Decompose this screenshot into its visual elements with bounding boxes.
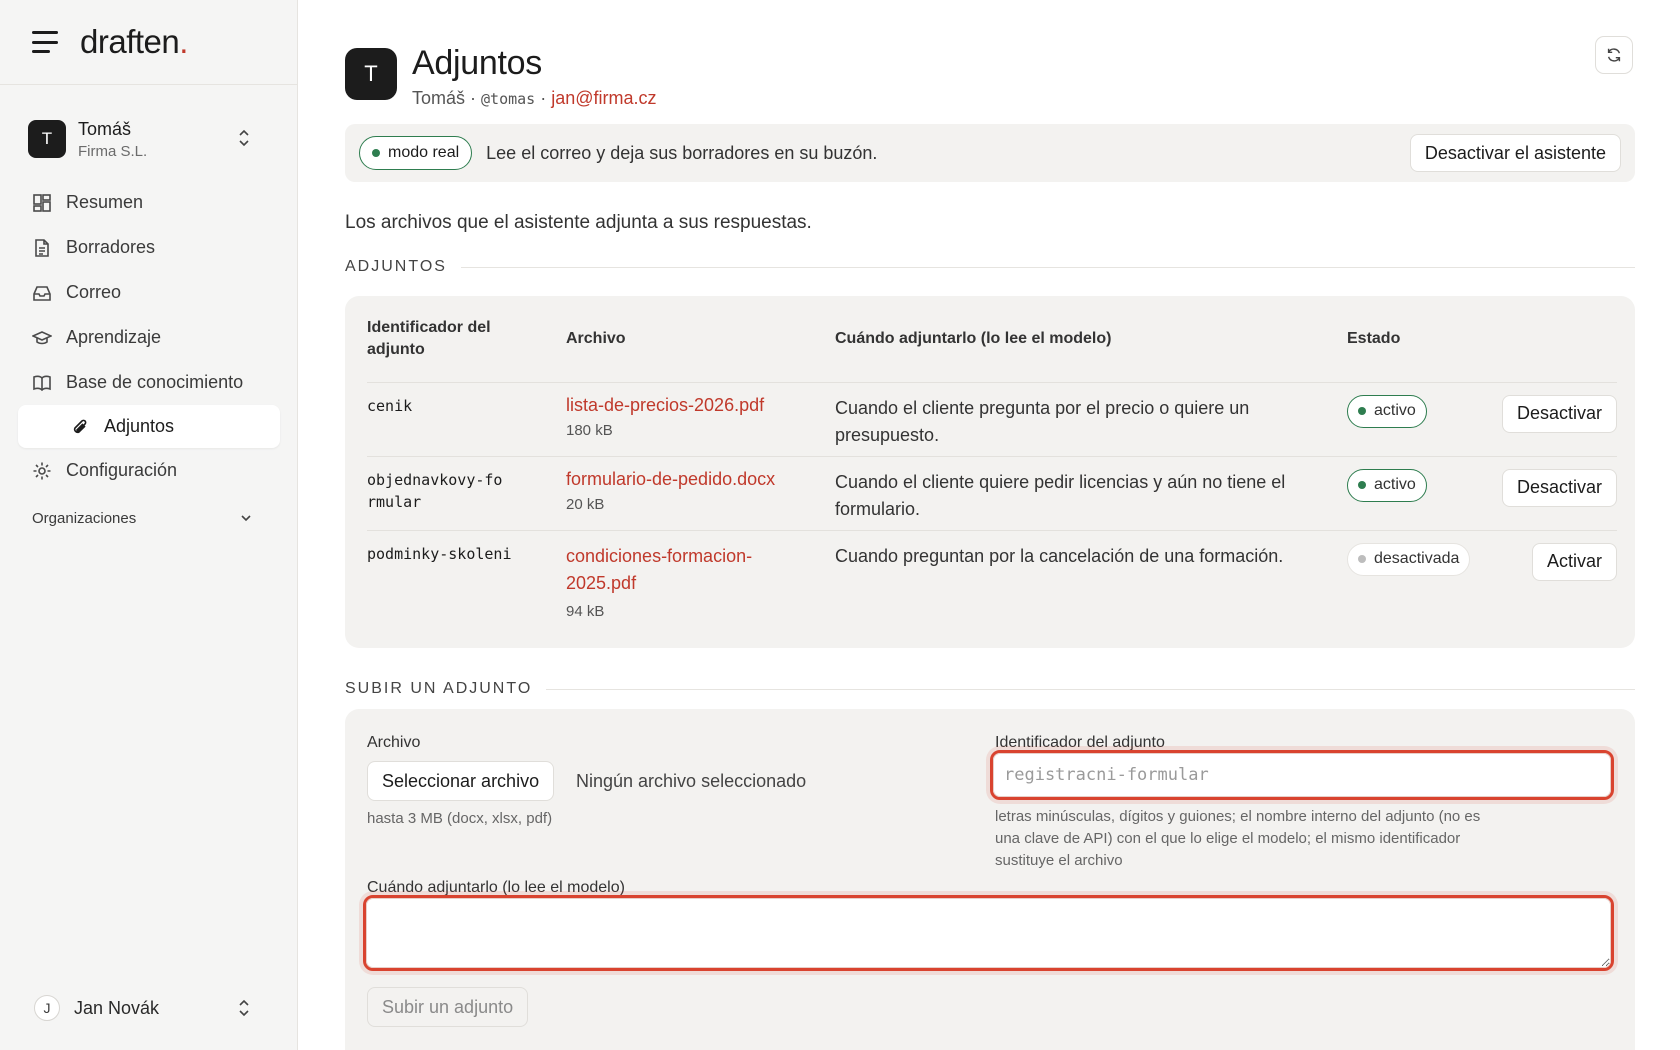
document-icon [35,238,49,257]
account-handle: @tomas [481,90,536,108]
mode-badge: modo real [359,136,473,170]
column-header: Identificador del adjunto [367,318,491,358]
table-row: cenik lista-de-precios-2026.pdf 180 kB Cu… [367,381,1617,456]
attachment-when: Cuando preguntan por la cancelación de u… [835,545,1284,566]
org-switcher[interactable]: T Tomáš Firma S.L. [18,106,280,172]
assistant-status-banner: modo real Lee el correo y deja sus borra… [345,124,1635,182]
menu-icon[interactable] [32,31,60,53]
when-textarea-focus-ring [363,895,1614,971]
file-label: Archivo [367,734,421,751]
file-help: hasta 3 MB (docx, xlsx, pdf) [367,810,553,827]
attachments-card: Identificador del adjunto Archivo Cuándo… [345,296,1635,648]
deactivate-assistant-button[interactable]: Desactivar el asistente [1409,134,1621,172]
sidebar-item-adjuntos[interactable]: Adjuntos [18,405,280,448]
attachment-when: Cuando el cliente quiere pedir licencias… [835,471,1286,519]
chevron-updown-icon [239,129,249,147]
status-badge: activo [1347,468,1427,502]
attachments-section-header: ADJUNTOS [345,258,1635,276]
sidebar-item-label: Aprendizaje [66,327,162,347]
user-name: Jan Novák [74,997,160,1018]
graduation-cap-icon [32,330,52,344]
book-icon [33,375,51,391]
when-textarea[interactable] [366,898,1611,968]
column-header: Cuándo adjuntarlo (lo lee el modelo) [835,329,1112,347]
column-header: Archivo [566,329,626,347]
deactivate-button[interactable]: Desactivar [1501,468,1617,507]
inbox-icon [33,285,51,301]
sidebar-item-label: Adjuntos [104,416,175,436]
sidebar-item-base-de-conocimiento[interactable]: Base de conocimiento [18,360,280,405]
banner-text: Lee el correo y deja sus borradores en s… [486,142,878,163]
status-dot-icon [1358,555,1366,563]
org-company: Firma S.L. [78,142,148,160]
page-header: T Adjuntos Tomáš · @tomas · jan@firma.cz [345,44,657,109]
no-file-text: Ningún archivo seleccionado [576,771,807,791]
attachment-id-input[interactable] [993,753,1611,797]
status-badge: desactivada [1347,542,1471,576]
id-help: letras minúsculas, dígitos y guiones; el… [995,808,1481,869]
attachment-id: podminky-skoleni [367,544,512,563]
status-dot-icon [1358,481,1366,489]
upload-section-header: SUBIR UN ADJUNTO [345,680,1635,698]
user-menu[interactable]: J Jan Novák [18,978,280,1038]
user-avatar: J [34,995,60,1021]
attachment-when: Cuando el cliente pregunta por el precio… [835,397,1250,445]
refresh-icon [1607,48,1621,62]
dashboard-icon [33,193,51,212]
upload-submit-button[interactable]: Subir un adjunto [367,987,529,1027]
chevron-updown-icon [239,999,249,1017]
paperclip-icon [73,419,87,433]
status-dot-icon [1358,407,1366,415]
attachment-id: cenik [367,396,413,415]
deactivate-button[interactable]: Desactivar [1501,394,1617,433]
account-avatar: T [345,48,397,100]
account-line: Tomáš · @tomas · jan@firma.cz [412,88,657,108]
gear-icon [33,462,51,479]
org-avatar: T [28,120,66,158]
activate-button[interactable]: Activar [1531,542,1617,581]
attachment-file-link[interactable]: condiciones-formacion-2025.pdf [566,543,786,597]
attachment-size: 20 kB [566,495,605,513]
logo[interactable]: draften. [80,23,188,61]
page-description: Los archivos que el asistente adjunta a … [345,212,812,233]
org-user-name: Tomáš [78,118,132,139]
upload-card: Archivo Seleccionar archivo Ningún archi… [345,709,1635,1050]
attachment-file-link[interactable]: lista-de-precios-2026.pdf [566,395,835,416]
organizations-label: Organizaciones [32,509,137,527]
attachments-table: Identificador del adjunto Archivo Cuándo… [367,296,1617,630]
attachment-id: objednavkovy-formular [367,470,503,511]
sidebar-nav: Resumen Borradores Correo Aprendizaje Ba… [18,180,280,543]
sidebar-item-label: Correo [66,282,122,302]
sidebar-item-label: Base de conocimiento [66,372,244,392]
table-row: podminky-skoleni condiciones-formacion-2… [367,529,1617,630]
choose-file-button[interactable]: Seleccionar archivo [367,761,555,801]
chevron-down-icon [241,515,251,522]
attachment-size: 180 kB [566,421,613,439]
status-dot-icon [372,149,380,157]
sidebar-item-label: Configuración [66,460,178,480]
section-title: ADJUNTOS [345,258,447,275]
brand-bar: draften. [0,0,297,85]
column-header: Estado [1347,329,1401,347]
section-title: SUBIR UN ADJUNTO [345,680,533,697]
organizations-toggle[interactable]: Organizaciones [18,493,280,543]
sidebar-item-aprendizaje[interactable]: Aprendizaje [18,315,280,360]
account-name: Tomáš [412,88,466,108]
sidebar-item-resumen[interactable]: Resumen [18,180,280,225]
status-badge: activo [1347,394,1427,428]
sidebar-item-borradores[interactable]: Borradores [18,225,280,270]
id-input-focus-ring [990,750,1614,800]
table-row: objednavkovy-formular formulario-de-pedi… [367,455,1617,530]
sidebar-item-configuracion[interactable]: Configuración [18,448,280,493]
sidebar-item-correo[interactable]: Correo [18,270,280,315]
sidebar-item-label: Borradores [66,237,156,257]
sidebar-item-label: Resumen [66,192,144,212]
sidebar: draften. T Tomáš Firma S.L. Resumen Borr… [0,0,298,1050]
attachment-size: 94 kB [566,602,605,620]
refresh-button[interactable] [1595,36,1633,74]
page-title: Adjuntos [412,44,542,82]
account-email[interactable]: jan@firma.cz [551,88,656,108]
attachment-file-link[interactable]: formulario-de-pedido.docx [566,469,835,490]
